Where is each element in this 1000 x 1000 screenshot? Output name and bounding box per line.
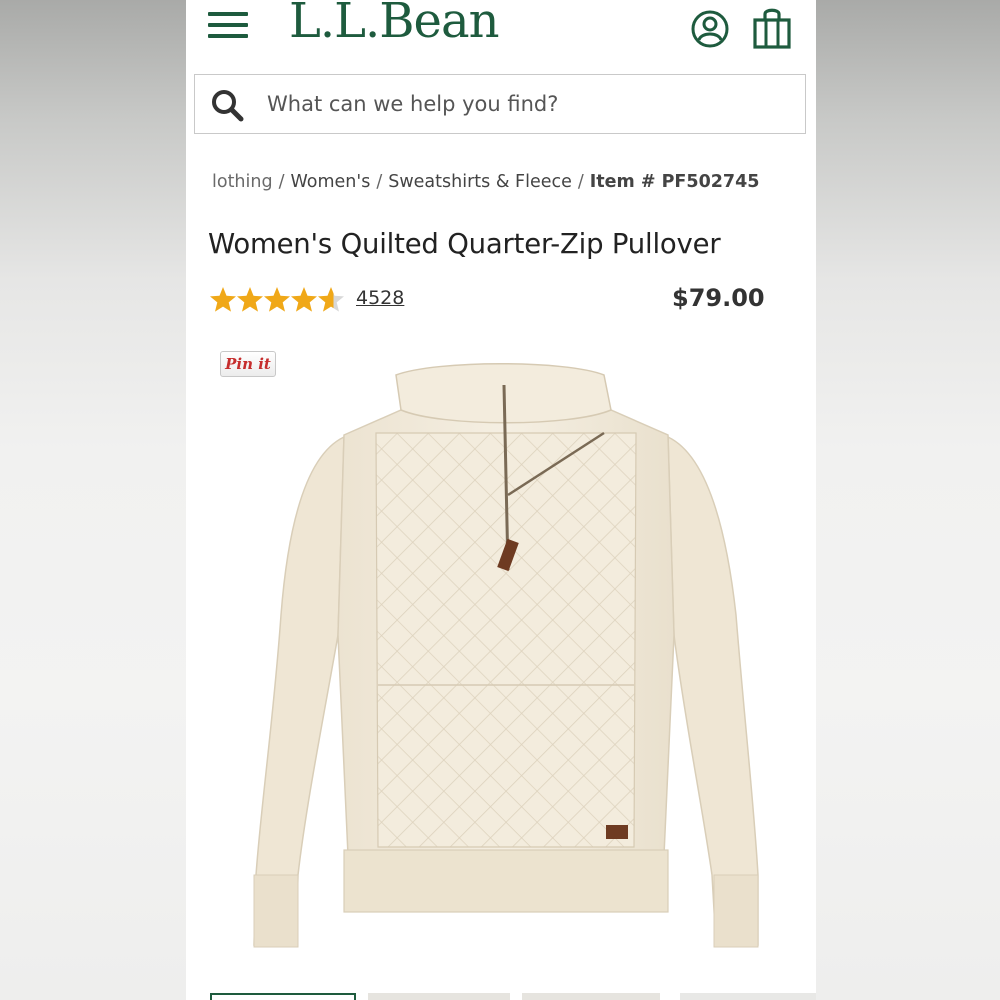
user-account-icon[interactable] (690, 9, 730, 49)
gallery-thumbnail-selected[interactable] (210, 993, 356, 1000)
breadcrumb-item-sweatshirts-fleece[interactable]: Sweatshirts & Fleece (388, 172, 572, 192)
star-full-icon (237, 287, 263, 312)
breadcrumb-separator: / (376, 172, 383, 192)
breadcrumb-item-womens[interactable]: Women's (291, 172, 371, 192)
breadcrumb-separator: / (278, 172, 285, 192)
gallery-thumbnail[interactable] (522, 993, 660, 1000)
breadcrumb-item-clothing[interactable]: lothing (212, 172, 273, 192)
star-rating[interactable] (210, 284, 350, 314)
search-bar (194, 74, 806, 134)
gallery-thumbnail[interactable] (680, 993, 816, 1000)
product-title: Women's Quilted Quarter-Zip Pullover (208, 228, 721, 260)
breadcrumb: lothing / Women's / Sweatshirts & Fleece / Ite… (212, 172, 812, 200)
star-full-icon (291, 287, 317, 312)
product-price: $79.00 (672, 284, 765, 312)
product-page: L.L.Bean lothing/W (186, 0, 816, 1000)
product-image[interactable] (226, 355, 786, 955)
pinterest-pin-button[interactable]: Pin it (220, 351, 276, 377)
site-header: L.L.Bean (186, 0, 816, 62)
search-input[interactable] (267, 83, 787, 125)
breadcrumb-separator: / (577, 172, 584, 192)
hamburger-menu-icon[interactable] (208, 10, 250, 40)
rating-row: 4528 $79.00 (210, 284, 790, 316)
brand-logo[interactable]: L.L.Bean (289, 0, 499, 49)
gallery-thumbnail[interactable] (368, 993, 510, 1000)
review-count-link[interactable]: 4528 (356, 287, 404, 309)
star-partial-icon (318, 287, 344, 312)
shopping-tote-icon[interactable] (752, 6, 792, 50)
item-number: Item # PF502745 (589, 172, 760, 192)
search-icon[interactable] (211, 89, 245, 123)
star-full-icon (264, 287, 290, 312)
star-full-icon (210, 287, 236, 312)
